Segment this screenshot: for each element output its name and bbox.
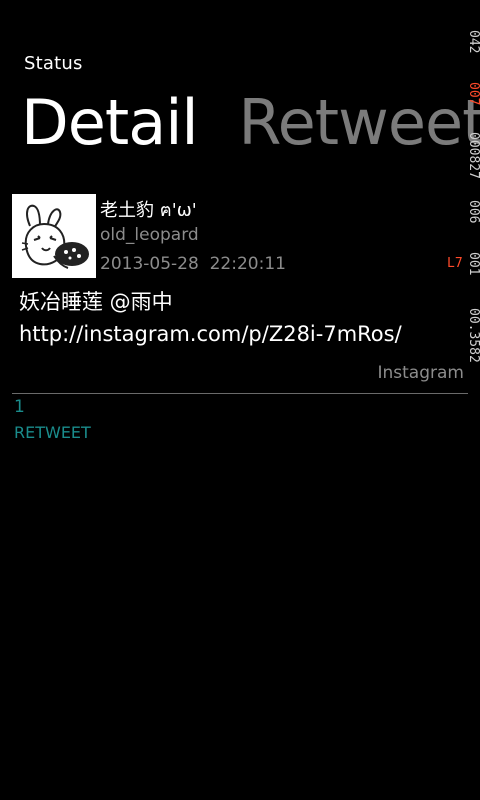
app-title: Status xyxy=(24,53,83,74)
counter-value: 001 xyxy=(466,252,480,276)
display-name[interactable]: 老土豹 ฅ'ω' xyxy=(100,195,197,224)
pivot-headers: Detail Retweet xyxy=(21,86,480,160)
frame-rate-counter: 042 007 000827 006 001 00.3582 xyxy=(466,30,480,410)
pivot-tab-retweet[interactable]: Retweet xyxy=(238,86,480,160)
avatar[interactable] xyxy=(12,194,96,278)
retweet-label[interactable]: RETWEET xyxy=(14,423,91,442)
retweet-count[interactable]: 1 xyxy=(14,397,25,417)
status-text[interactable]: 妖冶睡莲 @雨中 http://instagram.com/p/Z28i-7mR… xyxy=(19,286,449,350)
divider xyxy=(12,393,468,394)
pivot-tab-detail[interactable]: Detail xyxy=(21,86,199,160)
source-label: Instagram xyxy=(377,363,465,383)
counter-marker: L7 xyxy=(447,256,463,271)
rabbit-avatar-icon xyxy=(12,194,96,278)
counter-value: 042 xyxy=(466,30,480,54)
counter-value: 006 xyxy=(466,200,480,224)
counter-value: 007 xyxy=(466,82,480,106)
counter-value: 00.3582 xyxy=(466,308,480,363)
screen-name[interactable]: old_leopard xyxy=(100,225,199,245)
counter-value: 000827 xyxy=(466,132,480,179)
timestamp: 2013-05-28 22:20:11 xyxy=(100,254,286,274)
